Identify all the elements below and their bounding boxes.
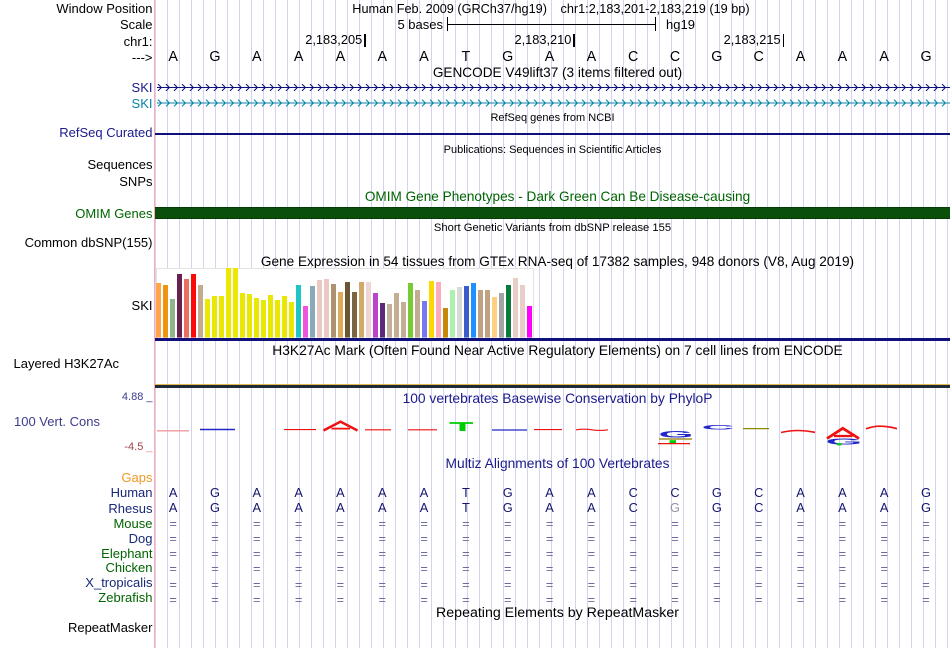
svg-text:G: G: [659, 429, 694, 439]
svg-text:C: C: [702, 424, 735, 431]
